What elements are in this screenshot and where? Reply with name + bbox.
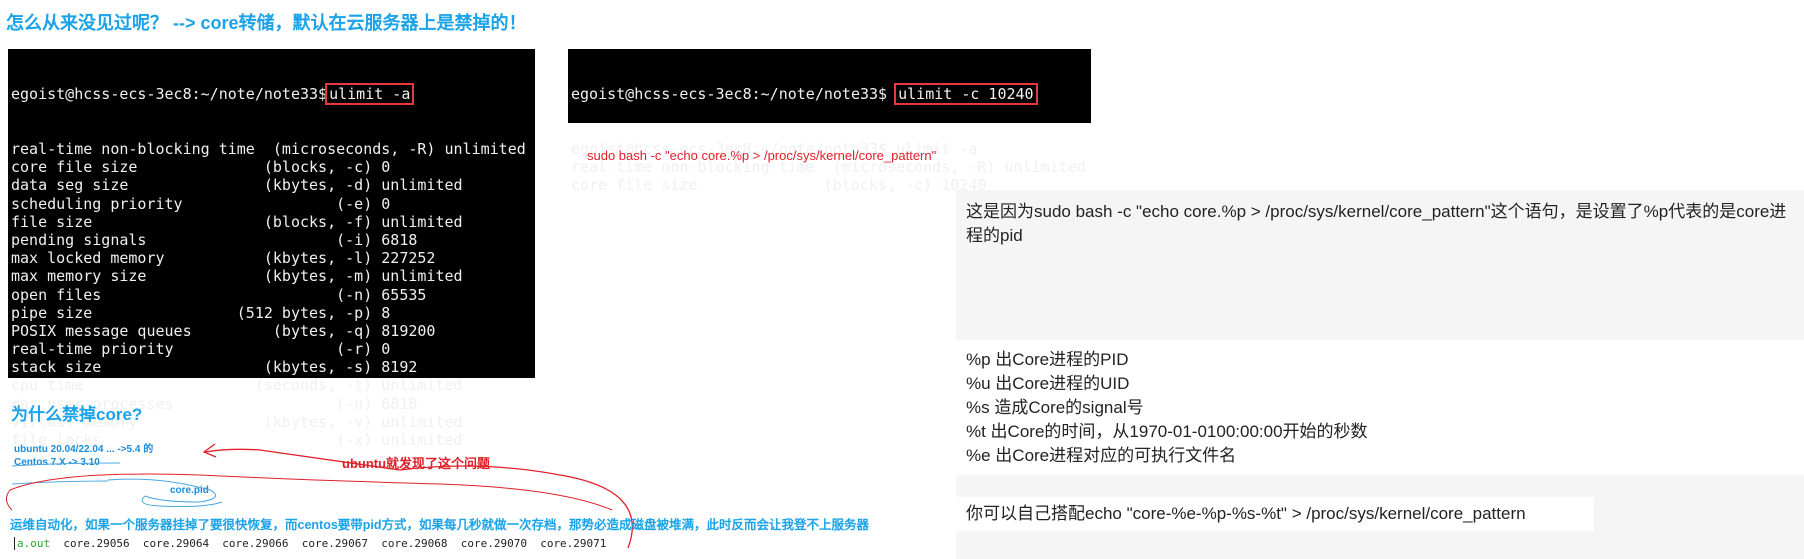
terminal-output-line: real-time priority (-r) 0 bbox=[11, 340, 391, 359]
terminal-command-highlight: ulimit -c 10240 bbox=[894, 83, 1038, 106]
terminal-ulimit-c: egoist@hcss-ecs-3ec8:~/note/note33$ ulim… bbox=[568, 49, 1091, 194]
custom-pattern-panel: 你可以自己搭配echo "core-%e-%p-%s-%t" > /proc/s… bbox=[956, 475, 1804, 559]
format-specifier-item: %t 出Core的时间，从1970-01-0100:00:00开始的秒数 bbox=[966, 422, 1368, 441]
underline-stroke bbox=[11, 480, 109, 485]
terminal-output-line: pipe size (512 bytes, -p) 8 bbox=[11, 303, 391, 322]
terminal-output-line: open files (-n) 65535 bbox=[11, 285, 427, 304]
core-file-list: core.29056 core.29064 core.29066 core.29… bbox=[50, 537, 607, 550]
heading-why-disable-core: 为什么禁掉core? bbox=[11, 405, 143, 424]
terminal-output-line: scheduling priority (-e) 0 bbox=[11, 194, 391, 213]
ls-output: a.out core.29056 core.29064 core.29066 c… bbox=[14, 537, 606, 550]
terminal-prompt: egoist@hcss-ecs-3ec8:~/note/note33$ bbox=[571, 85, 888, 104]
custom-pattern-text: 你可以自己搭配echo "core-%e-%p-%s-%t" > /proc/s… bbox=[966, 504, 1526, 523]
terminal-prompt-line: egoist@hcss-ecs-3ec8:~/note/note33$ ulim… bbox=[571, 83, 1091, 106]
terminal-output-line: data seg size (kbytes, -d) unlimited bbox=[11, 176, 463, 195]
loop-stroke bbox=[107, 478, 217, 503]
terminal-output-line: stack size (kbytes, -s) 8192 bbox=[11, 358, 418, 377]
terminal-output-line: real-time non-blocking time (microsecond… bbox=[11, 140, 526, 158]
terminal-output-line: POSIX message queues (bytes, -q) 819200 bbox=[11, 321, 436, 340]
ops-explanation: 运维自动化，如果一个服务器挂掉了要很快恢复，而centos要带pid方式，如果每… bbox=[10, 518, 870, 532]
custom-pattern-card: 你可以自己搭配echo "core-%e-%p-%s-%t" > /proc/s… bbox=[956, 497, 1594, 531]
format-specifier-item: %e 出Core进程对应的可执行文件名 bbox=[966, 446, 1237, 465]
format-specifier-item: %s 造成Core的signal号 bbox=[966, 398, 1144, 417]
format-specifier-list: %p 出Core进程的PID %u 出Core进程的UID %s 造成Core的si… bbox=[966, 348, 1368, 468]
arrow-stroke bbox=[204, 448, 633, 549]
format-list-card: %p 出Core进程的PID %u 出Core进程的UID %s 造成Core的si… bbox=[956, 340, 1406, 475]
aout-file: a.out bbox=[14, 537, 51, 550]
terminal-prompt-line: egoist@hcss-ecs-3ec8:~/note/note33$ ulimi… bbox=[11, 83, 535, 106]
terminal-output-line: core file size (blocks, -c) 0 bbox=[11, 158, 391, 177]
explanation-panel: 这是因为sudo bash -c "echo core.%p > /proc/s… bbox=[956, 190, 1804, 340]
heading-core-dump: 怎么从来没见过呢？ --> core转储，默认在云服务器上是禁掉的！ bbox=[6, 13, 527, 33]
terminal-ulimit-a: egoist@hcss-ecs-3ec8:~/note/note33$ ulimi… bbox=[8, 49, 535, 449]
terminal-command-highlight: ulimit -a bbox=[325, 83, 415, 106]
terminal-output-line: file size (blocks, -f) unlimited bbox=[11, 212, 463, 231]
format-specifier-item: %u 出Core进程的UID bbox=[966, 374, 1130, 393]
terminal-output-line: cpu time (seconds, -t) unlimited bbox=[11, 376, 463, 395]
sudo-command-note: sudo bash -c "echo core.%p > /proc/sys/k… bbox=[587, 148, 937, 163]
format-specifier-item: %p 出Core进程的PID bbox=[966, 350, 1129, 369]
terminal-output-line: max locked memory (kbytes, -l) 227252 bbox=[11, 249, 436, 268]
terminal-output-line: max memory size (kbytes, -m) unlimited bbox=[11, 267, 463, 286]
explanation-text: 这是因为sudo bash -c "echo core.%p > /proc/s… bbox=[966, 202, 1787, 245]
terminal-output-line: pending signals (-i) 6818 bbox=[11, 230, 418, 249]
underline-stroke bbox=[11, 462, 121, 467]
curve-stroke bbox=[6, 473, 613, 511]
terminal-prompt: egoist@hcss-ecs-3ec8:~/note/note33$ bbox=[11, 85, 328, 104]
